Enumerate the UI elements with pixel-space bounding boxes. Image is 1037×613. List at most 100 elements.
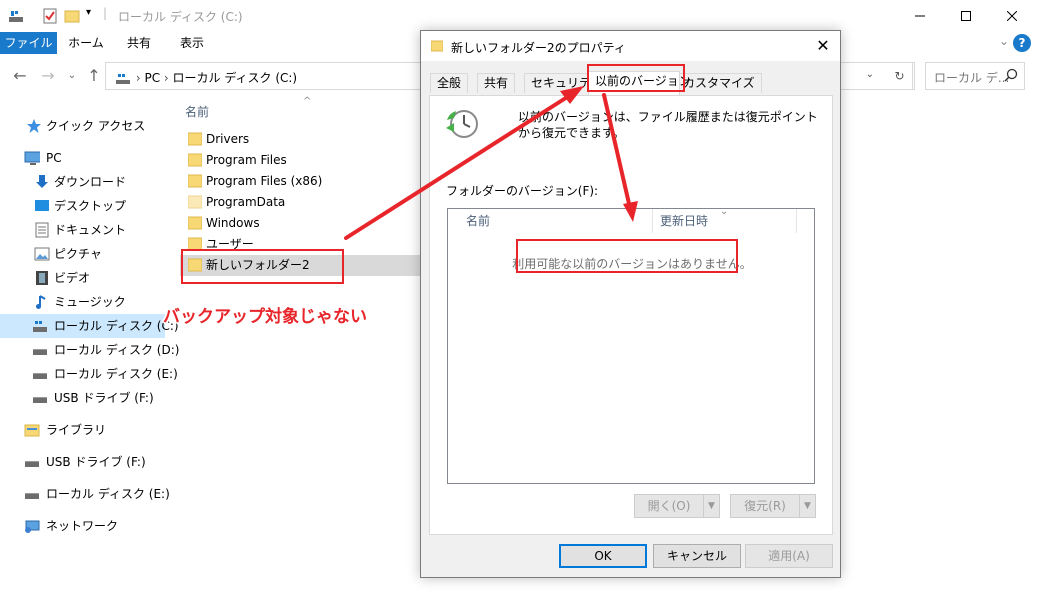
dialog-title: 新しいフォルダー2のプロパティ [451,41,626,55]
sidebar-item-label: ダウンロード [54,175,127,189]
sidebar-item-usb-drive-f[interactable]: USB ドライブ (F:) [0,386,165,410]
title-separator: | [103,6,108,20]
tab-file[interactable]: ファイル [0,32,57,54]
back-arrow-icon[interactable]: ← [10,66,30,85]
sidebar-item-label: ピクチャ [54,247,102,261]
dialog-close-button[interactable]: ✕ [810,33,836,59]
file-name: ProgramData [206,195,286,209]
desktop-icon [35,200,49,211]
column-divider[interactable] [796,209,797,233]
star-icon [27,119,41,133]
sidebar-item-label: クイック アクセス [46,119,146,133]
sort-ascending-icon: ^ [303,96,312,107]
properties-dialog: 新しいフォルダー2のプロパティ ✕ 全般 共有 セキュリティ カスタマイズ 以前… [420,30,841,578]
drive-icon [9,11,23,22]
maximize-icon [961,11,971,21]
pc-icon [24,151,40,165]
open-split-button[interactable]: 開く(O) ▼ [634,494,720,518]
sidebar-item-downloads[interactable]: ダウンロード [0,170,165,194]
drive-icon [33,321,47,332]
drive-icon [25,493,39,499]
up-arrow-icon[interactable]: ↑ [84,66,104,85]
library-icon [24,424,40,437]
folder-icon [431,40,443,52]
sidebar-item-label: ローカル ディスク (E:) [46,487,170,501]
sidebar-item-music[interactable]: ミュージック [0,290,165,314]
sidebar-item-usb-drive-f-2[interactable]: USB ドライブ (F:) [0,450,165,474]
sidebar-item-label: USB ドライブ (F:) [46,455,146,469]
file-name: Drivers [206,132,250,146]
sidebar-item-pc[interactable]: PC [0,146,165,170]
close-button[interactable] [989,0,1035,32]
cancel-button[interactable]: キャンセル [653,544,741,568]
drive-icon [116,73,130,84]
ok-button[interactable]: OK [559,544,647,568]
search-icon [1004,68,1018,82]
minimize-icon [915,15,925,17]
restore-button-label: 復元(R) [744,499,786,513]
sidebar-item-desktop[interactable]: デスクトップ [0,194,165,218]
file-name: Program Files [206,153,287,167]
sidebar-item-local-disk-c[interactable]: ローカル ディスク (C:) [0,314,179,338]
video-icon [36,271,48,285]
dropdown-arrow-icon[interactable]: ▼ [703,495,719,517]
address-dropdown-icon[interactable]: ⌄ [866,69,874,80]
sidebar-item-network[interactable]: ネットワーク [0,514,165,538]
tab-share[interactable]: 共有 [114,32,164,54]
sidebar-item-documents[interactable]: ドキュメント [0,218,165,242]
usb-drive-icon [33,397,47,403]
customize-toolbar-icon[interactable]: ▾ [86,7,91,18]
tab-home[interactable]: ホーム [60,32,112,54]
list-item[interactable]: ProgramData [180,192,420,213]
sidebar-item-quick-access[interactable]: クイック アクセス [0,114,165,138]
minimize-button[interactable] [897,0,943,32]
help-icon[interactable]: ? [1013,34,1031,52]
sidebar-item-local-disk-e[interactable]: ローカル ディスク (E:) [0,362,178,386]
column-divider[interactable] [652,209,653,233]
forward-arrow-icon[interactable]: → [38,66,58,85]
new-folder-icon[interactable] [64,8,80,24]
sidebar-item-videos[interactable]: ビデオ [0,266,165,290]
apply-button[interactable]: 適用(A) [745,544,833,568]
list-item[interactable]: Drivers [180,129,420,150]
close-icon: ✕ [816,36,830,55]
dropdown-arrow-icon[interactable]: ▼ [799,495,815,517]
refresh-icon: ↻ [894,69,905,83]
sidebar-item-label: ビデオ [54,271,91,285]
window-titlebar: ▾ | ローカル ディスク (C:) [0,0,1037,32]
sidebar-item-local-disk-d[interactable]: ローカル ディスク (D:) [0,338,179,362]
column-header-name[interactable]: 名前 [185,103,209,120]
list-item[interactable]: Program Files (x86) [180,171,420,192]
column-header-name[interactable]: 名前 [466,209,490,233]
sidebar-item-label: ミュージック [54,295,126,309]
tab-view[interactable]: 表示 [166,32,218,54]
maximize-button[interactable] [943,0,989,32]
picture-icon [34,247,50,261]
folder-icon [188,174,202,188]
restore-split-button[interactable]: 復元(R) ▼ [730,494,816,518]
list-item[interactable]: Program Files [180,150,420,171]
annotation-text: バックアップ対象じゃない [163,307,367,327]
sidebar-item-label: ドキュメント [54,223,127,237]
sidebar-item-pictures[interactable]: ピクチャ [0,242,165,266]
music-icon [36,295,46,309]
chevron-down-icon[interactable]: ⌄ [999,34,1009,48]
sidebar-item-library[interactable]: ライブラリ [0,418,165,442]
breadcrumb-drive[interactable]: ローカル ディスク (C:) [173,71,298,85]
breadcrumb-pc[interactable]: PC [144,71,160,85]
list-item[interactable]: Windows [180,213,420,234]
sidebar-item-label: デスクトップ [54,199,127,213]
sidebar-item-local-disk-e-2[interactable]: ローカル ディスク (E:) [0,482,170,506]
drive-icon [33,349,47,355]
sidebar-item-label: ローカル ディスク (C:) [54,319,179,333]
search-input[interactable]: ローカル デ... [925,62,1025,90]
refresh-button[interactable]: ↻ [885,62,915,90]
properties-icon[interactable] [42,8,58,24]
sidebar-item-label: ネットワーク [46,519,119,533]
tab-general[interactable]: 全般 [430,73,469,93]
sidebar-item-label: ライブラリ [46,423,107,437]
tab-sharing[interactable]: 共有 [477,73,516,93]
hidden-folder-icon [188,195,202,209]
column-header-modified[interactable]: 更新日時 [660,209,708,233]
recent-chevron-icon[interactable]: ⌄ [62,70,82,81]
